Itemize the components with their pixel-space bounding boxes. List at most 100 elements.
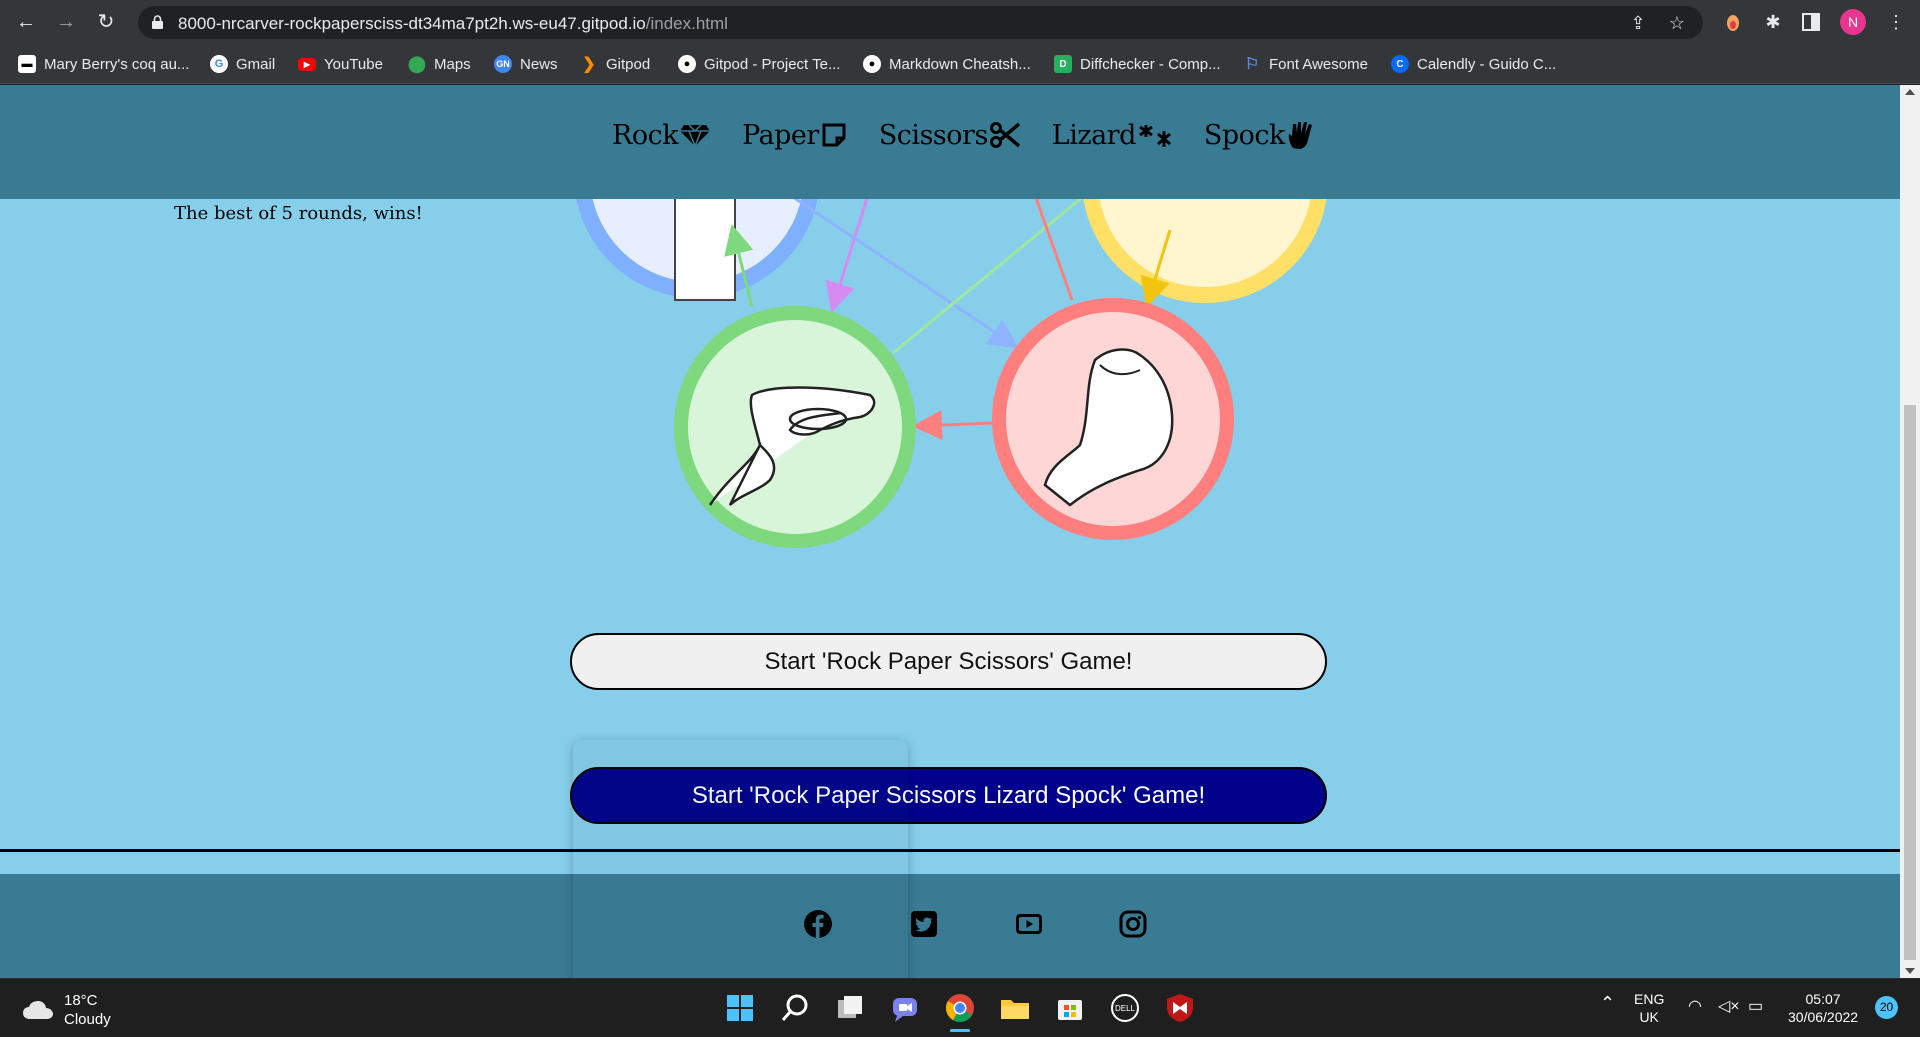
- weather-widget[interactable]: 18°C Cloudy: [22, 991, 111, 1029]
- nav-paper[interactable]: Paper: [742, 115, 847, 155]
- lizard-icon: [1139, 125, 1171, 147]
- diffchecker-icon: D: [1054, 55, 1072, 73]
- taskbar: 18°C Cloudy DELL ⌃ ENG UK ◠ ◁× ▭ 05:07 3…: [0, 978, 1920, 1037]
- bookmark-item[interactable]: ● Gitpod - Project Te...: [678, 53, 840, 75]
- profile-avatar[interactable]: N: [1840, 9, 1866, 35]
- nav-lizard[interactable]: Lizard: [1052, 115, 1172, 155]
- site-header: Rock Paper Scissors Lizard Spock: [0, 85, 1900, 199]
- bookmark-label: News: [520, 55, 558, 73]
- scissors-circle: [674, 306, 916, 548]
- star-icon[interactable]: ☆: [1667, 13, 1687, 33]
- scroll-up-icon[interactable]: [1905, 89, 1915, 95]
- bookmark-item[interactable]: G Gmail: [210, 53, 275, 75]
- chrome-icon[interactable]: [944, 992, 976, 1024]
- share-icon[interactable]: ⇪: [1628, 13, 1648, 33]
- cloud-icon: [23, 1001, 53, 1019]
- battery-icon[interactable]: ▭: [1748, 998, 1763, 1016]
- search-icon[interactable]: [779, 992, 811, 1024]
- windows-start-icon[interactable]: [724, 992, 756, 1024]
- bookmark-item[interactable]: ▬ Mary Berry's coq au...: [18, 53, 189, 75]
- news-icon: GN: [494, 55, 512, 73]
- back-icon[interactable]: ←: [14, 10, 38, 34]
- paper-icon: [822, 123, 846, 147]
- spock-icon: [1288, 122, 1312, 149]
- bookmark-item[interactable]: GN News: [494, 53, 558, 75]
- bookmark-label: Gitpod - Project Te...: [704, 55, 841, 73]
- bookmarks-bar: ▬ Mary Berry's coq au... G Gmail ▶ YouTu…: [0, 44, 1920, 84]
- bookmark-label: Gitpod: [606, 55, 651, 73]
- scroll-down-icon[interactable]: [1905, 968, 1915, 974]
- facebook-icon[interactable]: [803, 909, 833, 939]
- bookmark-label: Font Awesome: [1269, 55, 1368, 73]
- page-viewport: Rock Paper Scissors Lizard Spock The bes…: [0, 85, 1900, 978]
- arrow-red: [912, 410, 994, 441]
- dell-icon[interactable]: DELL: [1109, 992, 1141, 1024]
- lang-code: ENG: [1634, 991, 1665, 1007]
- gitpod-icon: ❯: [582, 56, 596, 73]
- extension-fire-icon[interactable]: [1722, 11, 1744, 33]
- nav-scissors[interactable]: Scissors: [879, 115, 1020, 155]
- bookmark-label: Maps: [434, 55, 471, 73]
- google-icon: G: [210, 55, 228, 73]
- page-icon: ▬: [18, 55, 36, 73]
- mute-icon[interactable]: ◁×: [1718, 998, 1740, 1016]
- teams-chat-icon[interactable]: [889, 992, 921, 1024]
- side-panel-icon[interactable]: [1800, 11, 1822, 33]
- task-view-icon[interactable]: [834, 992, 866, 1024]
- nav-label: Rock: [612, 119, 679, 151]
- page-scrollbar[interactable]: [1900, 85, 1920, 978]
- bookmark-item[interactable]: ● Markdown Cheatsh...: [863, 53, 1031, 75]
- bookmark-item[interactable]: ❯ Gitpod: [580, 53, 650, 75]
- start-rps-button[interactable]: Start 'Rock Paper Scissors' Game!: [570, 633, 1327, 690]
- active-app-indicator: [950, 1029, 970, 1032]
- extensions-icon[interactable]: ✱: [1762, 11, 1784, 33]
- notification-badge[interactable]: 20: [1875, 996, 1898, 1019]
- intro-text: The best of 5 rounds, wins!: [174, 203, 423, 224]
- maps-icon: ⬤: [408, 56, 426, 73]
- bookmark-item[interactable]: C Calendly - Guido C...: [1391, 53, 1556, 75]
- rock-circle: [992, 298, 1234, 540]
- wifi-icon[interactable]: ◠: [1688, 998, 1702, 1016]
- svg-text:DELL: DELL: [1115, 1004, 1136, 1013]
- bookmark-label: YouTube: [324, 55, 383, 73]
- weather-desc: Cloudy: [64, 1011, 111, 1028]
- menu-icon[interactable]: ⋮: [1885, 11, 1907, 33]
- weather-temp: 18°C: [64, 992, 98, 1009]
- scroll-thumb[interactable]: [1904, 405, 1916, 960]
- bookmark-label: Markdown Cheatsh...: [889, 55, 1031, 73]
- youtube-icon[interactable]: [1014, 909, 1044, 939]
- twitter-icon[interactable]: [909, 909, 939, 939]
- gem-icon: [680, 124, 711, 147]
- mcafee-icon[interactable]: [1164, 992, 1196, 1024]
- bookmark-label: Diffchecker - Comp...: [1080, 55, 1221, 73]
- bookmark-item[interactable]: D Diffchecker - Comp...: [1054, 53, 1221, 75]
- arrow-purple: [825, 194, 870, 313]
- browser-toolbar: ← → ↻ 8000-nrcarver-rockpapersciss-dt34m…: [0, 0, 1920, 44]
- chevron-up-icon[interactable]: ⌃: [1600, 994, 1615, 1012]
- file-explorer-icon[interactable]: [999, 992, 1031, 1024]
- start-rpsls-button[interactable]: Start 'Rock Paper Scissors Lizard Spock'…: [570, 767, 1327, 824]
- nav-spock[interactable]: Spock: [1204, 115, 1315, 155]
- bookmark-item[interactable]: ⚐ Font Awesome: [1243, 53, 1368, 75]
- nav-label: Lizard: [1051, 119, 1137, 151]
- forward-icon[interactable]: →: [54, 10, 78, 34]
- store-icon[interactable]: [1054, 992, 1086, 1024]
- github-icon: ●: [863, 55, 881, 73]
- bookmark-item[interactable]: ▶ YouTube: [298, 53, 383, 75]
- address-bar[interactable]: 8000-nrcarver-rockpapersciss-dt34ma7pt2h…: [138, 6, 1703, 39]
- github-icon: ●: [678, 55, 696, 73]
- clock-time: 05:07: [1805, 991, 1841, 1007]
- main-nav: Rock Paper Scissors Lizard Spock: [612, 115, 1315, 155]
- nav-rock[interactable]: Rock: [612, 115, 711, 155]
- clock[interactable]: 05:07 30/06/2022: [1788, 990, 1858, 1026]
- instagram-icon[interactable]: [1118, 909, 1148, 939]
- footer-divider: [0, 849, 1900, 852]
- bookmark-item[interactable]: ⬤ Maps: [408, 53, 471, 75]
- reload-icon[interactable]: ↻: [94, 10, 118, 34]
- scissors-icon: [989, 122, 1020, 148]
- nav-label: Scissors: [878, 119, 988, 151]
- language-indicator[interactable]: ENG UK: [1634, 990, 1664, 1026]
- url-text: 8000-nrcarver-rockpapersciss-dt34ma7pt2h…: [178, 14, 728, 34]
- bookmark-label: Gmail: [236, 55, 276, 73]
- youtube-icon: ▶: [298, 57, 316, 71]
